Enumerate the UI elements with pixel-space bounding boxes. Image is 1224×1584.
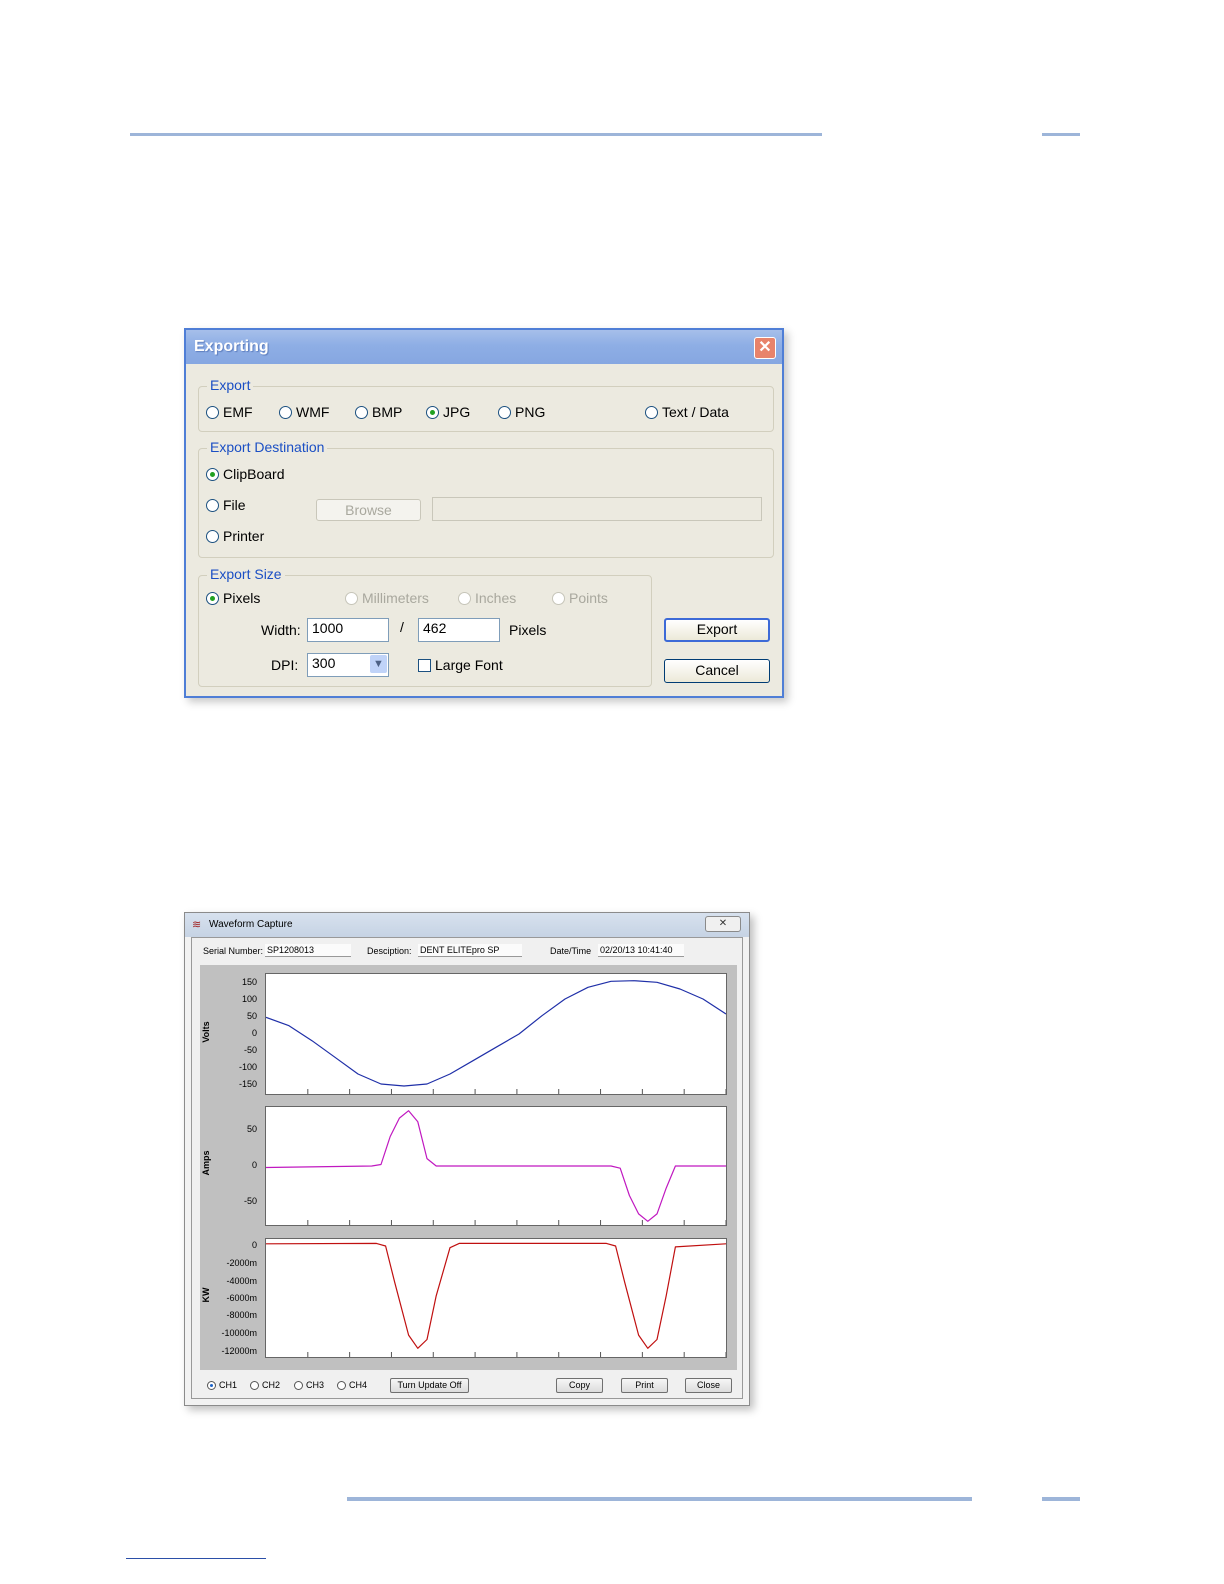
y-tick-label-2-4: -8000m	[226, 1310, 257, 1320]
waveform-title: Waveform Capture	[209, 919, 293, 930]
serial-number-field: SP1208013	[265, 944, 351, 957]
browse-button[interactable]: Browse	[316, 499, 421, 521]
amps-chart	[266, 1110, 726, 1225]
radio-file[interactable]: File	[206, 497, 246, 513]
export-size-legend: Export Size	[207, 566, 285, 582]
trace-line-1-0	[266, 1110, 726, 1222]
units-suffix-label: Pixels	[509, 622, 547, 638]
file-path-input[interactable]	[432, 497, 762, 521]
radio-points[interactable]: Points	[552, 590, 608, 606]
radio-jpg[interactable]: JPG	[426, 404, 470, 420]
print-button[interactable]: Print	[621, 1378, 668, 1393]
radio-ch1[interactable]: CH1	[207, 1380, 237, 1390]
amps-panel	[265, 1106, 727, 1226]
header-rule-short	[1042, 133, 1080, 136]
dpi-value: 300	[312, 655, 336, 671]
description-field: DENT ELITEpro SP	[418, 944, 522, 957]
radio-png[interactable]: PNG	[498, 404, 545, 420]
turn-update-off-button[interactable]: Turn Update Off	[390, 1378, 469, 1393]
radio-clipboard[interactable]: ClipBoard	[206, 466, 284, 482]
serial-number-label: Serial Number:	[203, 946, 264, 956]
footer-rule-short	[1042, 1497, 1080, 1501]
y-tick-label-2-6: -12000m	[221, 1346, 257, 1356]
y-tick-label-0-0: 150	[241, 977, 257, 987]
trace-line-0-0	[266, 980, 726, 1087]
y-tick-label-2-5: -10000m	[221, 1328, 257, 1338]
datetime-field: 02/20/13 10:41:40	[598, 944, 684, 957]
waveform-app-icon: ≋	[192, 919, 202, 931]
y-tick-label-1-0: 50	[246, 1124, 257, 1134]
dialog-title: Exporting	[194, 338, 269, 355]
radio-bmp[interactable]: BMP	[355, 404, 402, 420]
size-separator: /	[400, 619, 404, 635]
dpi-label: DPI:	[271, 657, 299, 673]
close-icon[interactable]: ✕	[754, 337, 776, 359]
export-format-legend: Export	[207, 377, 254, 393]
width-label: Width:	[261, 622, 301, 638]
export-button[interactable]: Export	[664, 618, 770, 642]
y-tick-label-0-1: 100	[241, 994, 257, 1004]
close-button[interactable]: Close	[685, 1378, 732, 1393]
cancel-button[interactable]: Cancel	[664, 659, 770, 683]
chevron-down-icon[interactable]: ▼	[370, 655, 387, 673]
radio-ch4[interactable]: CH4	[337, 1380, 367, 1390]
large-font-label: Large Font	[435, 657, 503, 673]
dpi-select[interactable]: 300 ▼	[307, 653, 389, 677]
copy-button[interactable]: Copy	[556, 1378, 603, 1393]
width-input[interactable]: 1000	[307, 618, 389, 642]
export-destination-legend: Export Destination	[207, 439, 328, 455]
y-tick-label-1-2: -50	[243, 1196, 257, 1206]
exporting-dialog: Exporting ✕ Export EMF WMF BMP JPG PNG T…	[184, 328, 784, 698]
export-size-group: Export Size Pixels Millimeters Inches Po…	[198, 566, 652, 687]
height-input[interactable]: 462	[418, 618, 500, 642]
export-format-group: Export EMF WMF BMP JPG PNG Text / Data	[198, 377, 774, 432]
kw-chart	[266, 1242, 726, 1357]
radio-ch2[interactable]: CH2	[250, 1380, 280, 1390]
kw-axis-label: KW	[201, 1287, 211, 1303]
export-destination-group: Export Destination ClipBoard File Printe…	[198, 439, 774, 558]
datetime-label: Date/Time	[550, 946, 592, 956]
radio-wmf[interactable]: WMF	[279, 404, 329, 420]
radio-text-data[interactable]: Text / Data	[645, 404, 729, 420]
y-tick-label-2-1: -2000m	[226, 1258, 257, 1268]
y-tick-label-2-3: -6000m	[226, 1293, 257, 1303]
radio-ch3[interactable]: CH3	[294, 1380, 324, 1390]
kw-panel	[265, 1238, 727, 1358]
amps-axis-label: Amps	[201, 1150, 211, 1176]
y-tick-label-0-3: 0	[251, 1028, 257, 1038]
large-font-checkbox[interactable]: Large Font	[418, 657, 503, 673]
y-tick-label-1-1: 0	[251, 1160, 257, 1170]
radio-inches[interactable]: Inches	[458, 590, 516, 606]
radio-pixels[interactable]: Pixels	[206, 590, 260, 606]
close-icon[interactable]: ✕	[705, 916, 741, 932]
waveform-titlebar: ≋ Waveform Capture ✕	[185, 913, 749, 937]
y-tick-label-0-6: -150	[238, 1079, 257, 1089]
y-tick-label-2-0: 0	[251, 1240, 257, 1250]
footnote-rule	[126, 1558, 266, 1559]
dialog-titlebar: Exporting ✕	[186, 330, 782, 364]
trace-line-2-0	[266, 1242, 726, 1349]
volts-panel	[265, 973, 727, 1095]
header-rule	[130, 133, 822, 136]
footer-rule	[347, 1497, 972, 1501]
y-tick-label-0-2: 50	[246, 1011, 257, 1021]
y-tick-label-2-2: -4000m	[226, 1276, 257, 1286]
y-tick-label-0-4: -50	[243, 1045, 257, 1055]
volts-chart	[266, 980, 726, 1094]
radio-emf[interactable]: EMF	[206, 404, 253, 420]
radio-millimeters[interactable]: Millimeters	[345, 590, 429, 606]
volts-axis-label: Volts	[201, 1021, 211, 1043]
radio-printer[interactable]: Printer	[206, 528, 264, 544]
description-label: Desciption:	[367, 946, 412, 956]
checkbox-box[interactable]	[418, 658, 431, 672]
y-tick-label-0-5: -100	[238, 1062, 257, 1072]
